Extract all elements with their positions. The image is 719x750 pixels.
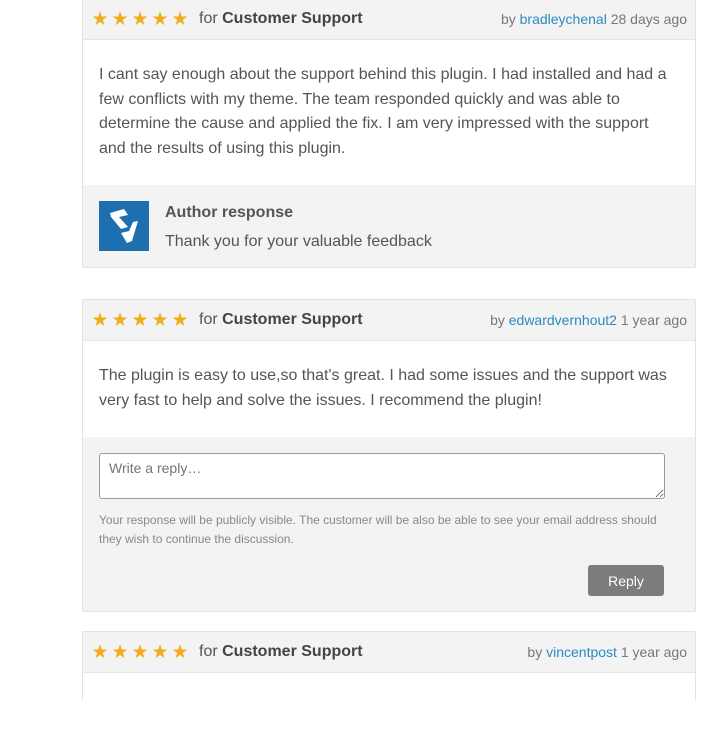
review-body: I cant say enough about the support behi… [83, 40, 695, 185]
star-icon: ★ [131, 642, 149, 663]
review-category: for Customer Support [199, 643, 363, 660]
reply-input[interactable] [99, 453, 665, 499]
review-category: for Customer Support [199, 10, 363, 27]
review-body [83, 673, 695, 750]
review-card: ★ ★ ★ ★ ★ for Customer Support by vincentpos… [82, 631, 696, 750]
star-rating: ★ ★ ★ ★ ★ [91, 311, 189, 330]
star-icon: ★ [151, 9, 169, 30]
star-icon: ★ [131, 9, 149, 30]
star-icon: ★ [91, 642, 109, 663]
star-icon: ★ [171, 9, 189, 30]
reply-form: Your response will be publicly visible. … [83, 437, 695, 611]
review-time: 28 days ago [610, 11, 687, 27]
review-header: ★ ★ ★ ★ ★ for Customer Support by vincentpos… [83, 632, 695, 673]
review-body: The plugin is easy to use,so that's grea… [83, 341, 695, 437]
review-meta: by vincentpost 1 year ago [527, 644, 687, 660]
review-header: ★ ★ ★ ★ ★ for Customer Support by edwardvern… [83, 300, 695, 341]
review-meta: by edwardvernhout2 1 year ago [490, 312, 687, 328]
star-icon: ★ [171, 642, 189, 663]
review-category: for Customer Support [199, 311, 363, 328]
star-icon: ★ [111, 9, 129, 30]
author-response-message: Thank you for your valuable feedback [165, 233, 432, 250]
review-card: ★ ★ ★ ★ ★ for Customer Support by edwardvern… [82, 299, 696, 612]
author-response: Author response Thank you for your valua… [83, 185, 695, 267]
star-rating: ★ ★ ★ ★ ★ [91, 10, 189, 29]
reviewer-link[interactable]: vincentpost [546, 644, 617, 660]
star-icon: ★ [111, 310, 129, 331]
star-icon: ★ [171, 310, 189, 331]
star-icon: ★ [111, 642, 129, 663]
star-icon: ★ [91, 310, 109, 331]
reply-button[interactable]: Reply [588, 565, 664, 596]
author-response-title: Author response [165, 204, 294, 221]
brand-logo-icon [99, 201, 149, 251]
review-time: 1 year ago [620, 644, 687, 660]
star-icon: ★ [131, 310, 149, 331]
star-icon: ★ [91, 9, 109, 30]
reviewer-link[interactable]: edwardvernhout2 [509, 312, 617, 328]
reply-note: Your response will be publicly visible. … [99, 513, 657, 546]
reviewer-link[interactable]: bradleychenal [520, 11, 607, 27]
star-rating: ★ ★ ★ ★ ★ [91, 643, 189, 662]
review-meta: by bradleychenal 28 days ago [500, 11, 687, 27]
review-card: ★ ★ ★ ★ ★ for Customer Support by bradleyche… [82, 0, 696, 268]
star-icon: ★ [151, 642, 169, 663]
review-header: ★ ★ ★ ★ ★ for Customer Support by bradleyche… [83, 0, 695, 40]
review-time: 1 year ago [620, 312, 687, 328]
star-icon: ★ [151, 310, 169, 331]
